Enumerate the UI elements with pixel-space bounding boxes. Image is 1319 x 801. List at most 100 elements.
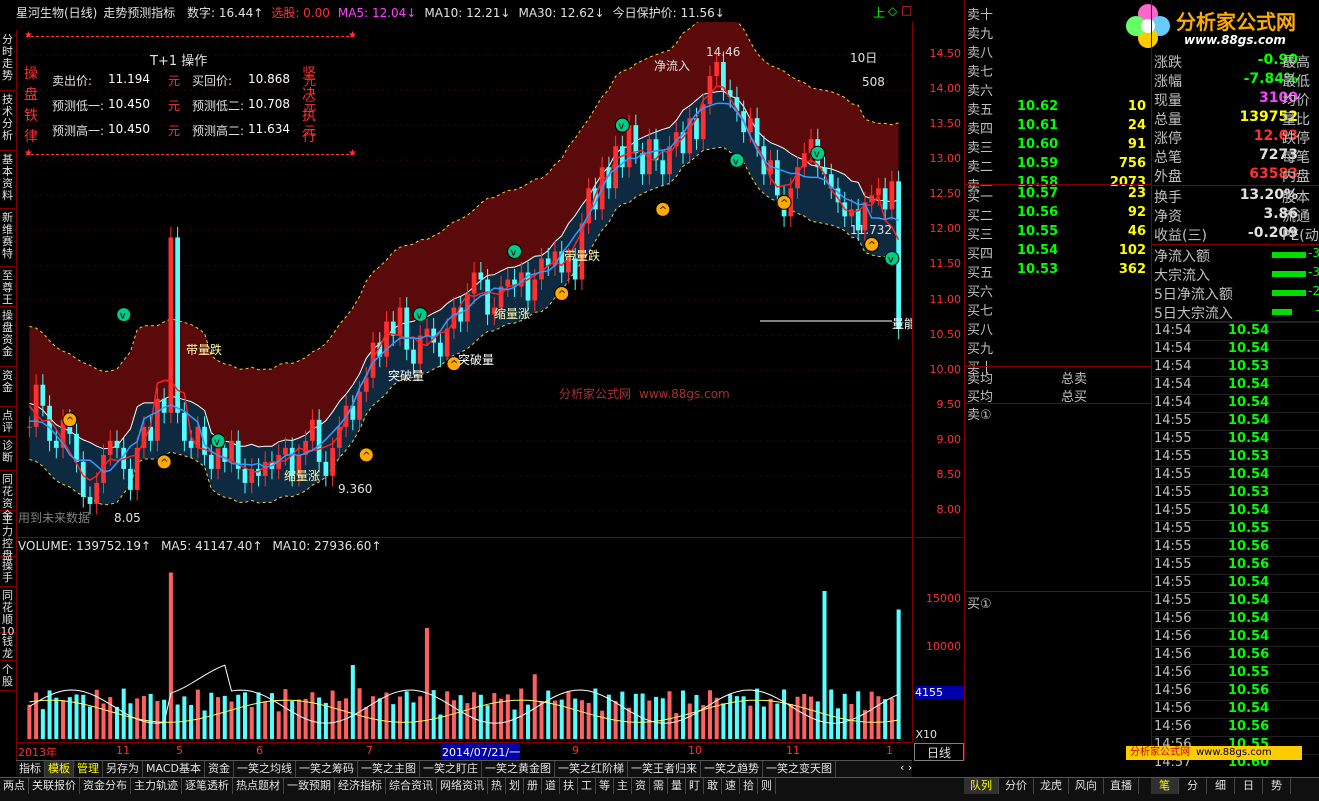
- left-tab[interactable]: 诊断: [0, 436, 15, 471]
- left-tab[interactable]: 基本资料: [0, 150, 15, 209]
- left-tab[interactable]: 操盘资金: [0, 306, 15, 367]
- t1-cell: 元: [168, 74, 181, 88]
- order-book-tab[interactable]: 直播: [1104, 778, 1139, 794]
- info-tab[interactable]: 主力轨迹: [131, 778, 182, 794]
- volume-bar: [748, 705, 753, 739]
- info-tab[interactable]: 网络资讯: [437, 778, 488, 794]
- indicator-tab[interactable]: 一笑之黄金图: [482, 761, 555, 777]
- info-tab[interactable]: 量: [668, 778, 686, 794]
- indicator-tab[interactable]: 一笑之红阶梯: [555, 761, 628, 777]
- volume-bar: [74, 694, 79, 739]
- indicator-tab[interactable]: 一笑之变天图: [763, 761, 836, 777]
- price-tick-label: 14.00: [929, 82, 962, 96]
- order-book-buy-row: 买九: [965, 338, 1152, 357]
- indicator-tab[interactable]: 另存为: [103, 761, 143, 777]
- info-tab[interactable]: 热: [488, 778, 506, 794]
- period-selector[interactable]: 日线: [914, 743, 964, 761]
- volume-bar: [856, 691, 861, 739]
- info-tab[interactable]: 关联报价: [29, 778, 80, 794]
- left-tab[interactable]: 个股: [0, 660, 15, 691]
- info-tab[interactable]: 等: [596, 778, 614, 794]
- t1-cell: 元: [168, 99, 181, 113]
- candle-body: [404, 307, 410, 350]
- left-tab[interactable]: 操手: [0, 556, 15, 587]
- volume-bar: [411, 702, 416, 739]
- indicator-tab[interactable]: 模板: [45, 761, 74, 777]
- tab-scroll-arrows[interactable]: ‹ ›: [900, 761, 912, 774]
- tick-tab[interactable]: 分: [1179, 778, 1207, 794]
- info-tab[interactable]: 则: [758, 778, 776, 794]
- order-book-tab[interactable]: 龙虎: [1034, 778, 1069, 794]
- tick-tab[interactable]: 笔: [1151, 778, 1179, 794]
- left-tab[interactable]: 资金: [0, 366, 15, 407]
- diamond-icon[interactable]: ◇: [888, 4, 897, 18]
- left-tab[interactable]: 同花资金: [0, 470, 15, 522]
- left-tab[interactable]: 至尊王: [0, 266, 15, 307]
- indicator-tab[interactable]: 一笑之主图: [358, 761, 420, 777]
- left-tab[interactable]: 技术分析: [0, 90, 15, 151]
- order-book-tab[interactable]: 分价: [999, 778, 1034, 794]
- signal-glyph: ^: [362, 451, 370, 462]
- indicator-tab[interactable]: 资金: [205, 761, 234, 777]
- t1-cell: 11.634: [248, 122, 290, 136]
- info-tab[interactable]: 资: [632, 778, 650, 794]
- candle-body: [107, 440, 113, 455]
- order-book-tab[interactable]: 风向: [1069, 778, 1104, 794]
- candle-body: [748, 118, 753, 133]
- candle-body: [438, 342, 443, 357]
- order-book-buy-row: 买二 10.56 92: [965, 205, 1152, 224]
- left-tab[interactable]: 新维赛特: [0, 208, 15, 267]
- stat-row: 涨跌 -0.90 最高: [1152, 52, 1319, 71]
- info-tab[interactable]: 速: [722, 778, 740, 794]
- order-book-tab[interactable]: 队列: [964, 778, 999, 794]
- info-tab[interactable]: 经济指标: [335, 778, 386, 794]
- volume-bar: [216, 697, 221, 739]
- candle-body: [532, 279, 538, 301]
- signal-glyph: v: [814, 149, 820, 160]
- stat-label: 涨停: [1154, 131, 1182, 147]
- tick-tab[interactable]: 细: [1207, 778, 1235, 794]
- maximize-icon[interactable]: □: [901, 3, 912, 17]
- volume-bar: [283, 689, 288, 739]
- indicator-tab[interactable]: 一笑之盯庄: [420, 761, 482, 777]
- info-tab[interactable]: 拾: [740, 778, 758, 794]
- indicator-tab[interactable]: 一笑之均线: [234, 761, 296, 777]
- tick-tab[interactable]: 日: [1235, 778, 1263, 794]
- info-tab[interactable]: 热点题材: [233, 778, 284, 794]
- left-tab[interactable]: 分时走势: [0, 30, 15, 91]
- info-tab[interactable]: 逐笔透析: [182, 778, 233, 794]
- info-tab[interactable]: 一致预期: [284, 778, 335, 794]
- trade-price: 10.54: [1228, 341, 1270, 356]
- signal-glyph: v: [618, 121, 624, 132]
- indicator-tab[interactable]: 一笑之趋势: [701, 761, 763, 777]
- indicator-tab[interactable]: 指标: [16, 761, 45, 777]
- info-tab[interactable]: 两点: [0, 778, 29, 794]
- info-tab[interactable]: 需: [650, 778, 668, 794]
- t1-side-char: 盘: [24, 87, 38, 103]
- indicator-tab[interactable]: 管理: [74, 761, 103, 777]
- candle-body: [471, 272, 477, 294]
- info-tab[interactable]: 盯: [686, 778, 704, 794]
- indicator-tab[interactable]: 一笑王者归来: [628, 761, 701, 777]
- info-tab[interactable]: 主: [614, 778, 632, 794]
- info-tab[interactable]: 道: [542, 778, 560, 794]
- left-tab[interactable]: 同花顺10: [0, 586, 15, 638]
- t1-cell: 预测低二:: [192, 99, 245, 113]
- tick-tab[interactable]: 势: [1263, 778, 1291, 794]
- left-tab[interactable]: 钱龙: [0, 632, 15, 661]
- volume-chart[interactable]: [16, 537, 912, 743]
- indicator-tab[interactable]: 一笑之筹码: [296, 761, 358, 777]
- indicator-tab[interactable]: MACD基本: [143, 761, 205, 777]
- info-tab[interactable]: 扶: [560, 778, 578, 794]
- price-tick-label: 10.00: [929, 362, 962, 376]
- chart-title-bar: 星河生物(日线) 走势预测指标 数字: 16.44↑ 选股: 0.00 MA5: 1…: [16, 4, 741, 20]
- info-tab[interactable]: 册: [524, 778, 542, 794]
- left-tab[interactable]: 点评: [0, 406, 15, 437]
- info-tab[interactable]: 敢: [704, 778, 722, 794]
- info-tab[interactable]: 工: [578, 778, 596, 794]
- info-tab[interactable]: 资金分布: [80, 778, 131, 794]
- info-tab[interactable]: 划: [506, 778, 524, 794]
- left-tab[interactable]: 主力控盘: [0, 510, 15, 562]
- info-tab[interactable]: 综合资讯: [386, 778, 437, 794]
- candle-body: [754, 118, 760, 147]
